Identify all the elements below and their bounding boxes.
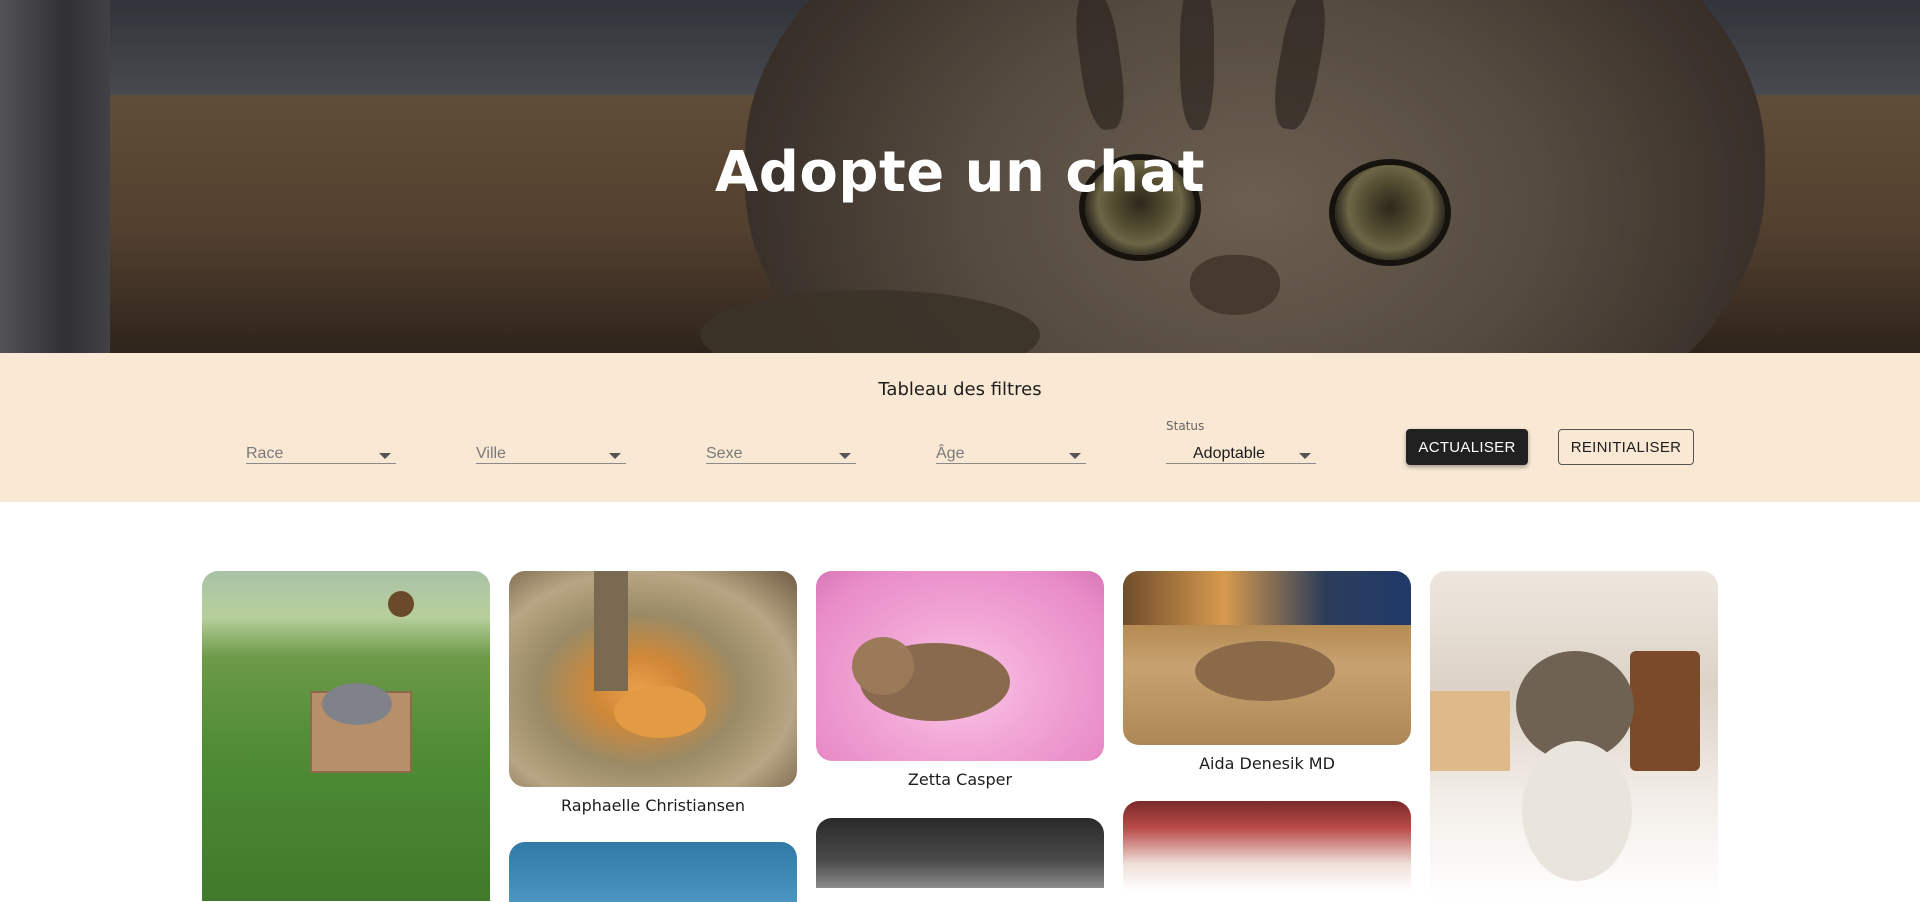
sexe-select-placeholder: Sexe xyxy=(706,445,743,462)
door-frame xyxy=(594,571,628,691)
sexe-select[interactable]: Sexe xyxy=(706,419,856,464)
cat-shape xyxy=(614,686,706,738)
race-select[interactable]: Race xyxy=(246,419,396,464)
status-select-value: Adoptable xyxy=(1193,445,1266,462)
ville-select[interactable]: Ville xyxy=(476,419,626,464)
chevron-down-icon xyxy=(1299,453,1311,459)
filter-panel: Tableau des filtres Race Ville Sexe Âge … xyxy=(0,353,1920,502)
hero-banner: Adopte un chat xyxy=(0,0,1920,353)
status-select-label: Status xyxy=(1166,419,1205,433)
room-background xyxy=(1123,571,1411,625)
plant-pot xyxy=(388,591,414,617)
cat-photo xyxy=(1123,571,1411,745)
cat-photo xyxy=(1123,801,1411,891)
refresh-button[interactable]: ACTUALISER xyxy=(1406,429,1528,465)
cat-photo xyxy=(509,571,797,787)
page-title: Adopte un chat xyxy=(714,140,1206,205)
chair-shape xyxy=(1430,691,1510,771)
cat-photo xyxy=(202,571,490,901)
status-select[interactable]: Status Adoptable xyxy=(1166,419,1316,464)
chevron-down-icon xyxy=(609,453,621,459)
cat-name: Aida Denesik MD xyxy=(1199,754,1335,773)
cat-shape xyxy=(1195,641,1335,701)
reset-button[interactable]: REINITIALISER xyxy=(1558,429,1694,465)
ville-select-placeholder: Ville xyxy=(476,445,506,462)
cat-head-shape xyxy=(852,637,914,695)
chair-shape xyxy=(1630,651,1700,771)
chevron-down-icon xyxy=(379,453,391,459)
cat-shape xyxy=(322,683,392,725)
cat-name: Zetta Casper xyxy=(907,770,1013,789)
cat-name: Raphaelle Christiansen xyxy=(561,796,745,815)
age-select-placeholder: Âge xyxy=(936,445,965,462)
cat-photo xyxy=(509,842,797,902)
age-select[interactable]: Âge xyxy=(936,419,1086,464)
chevron-down-icon xyxy=(1069,453,1081,459)
race-select-placeholder: Race xyxy=(246,445,284,462)
chevron-down-icon xyxy=(839,453,851,459)
filter-panel-title: Tableau des filtres xyxy=(878,379,1042,400)
cat-photo xyxy=(816,571,1104,761)
cat-body-shape xyxy=(1522,741,1632,881)
cat-photo xyxy=(1430,571,1718,901)
cat-photo xyxy=(816,818,1104,888)
